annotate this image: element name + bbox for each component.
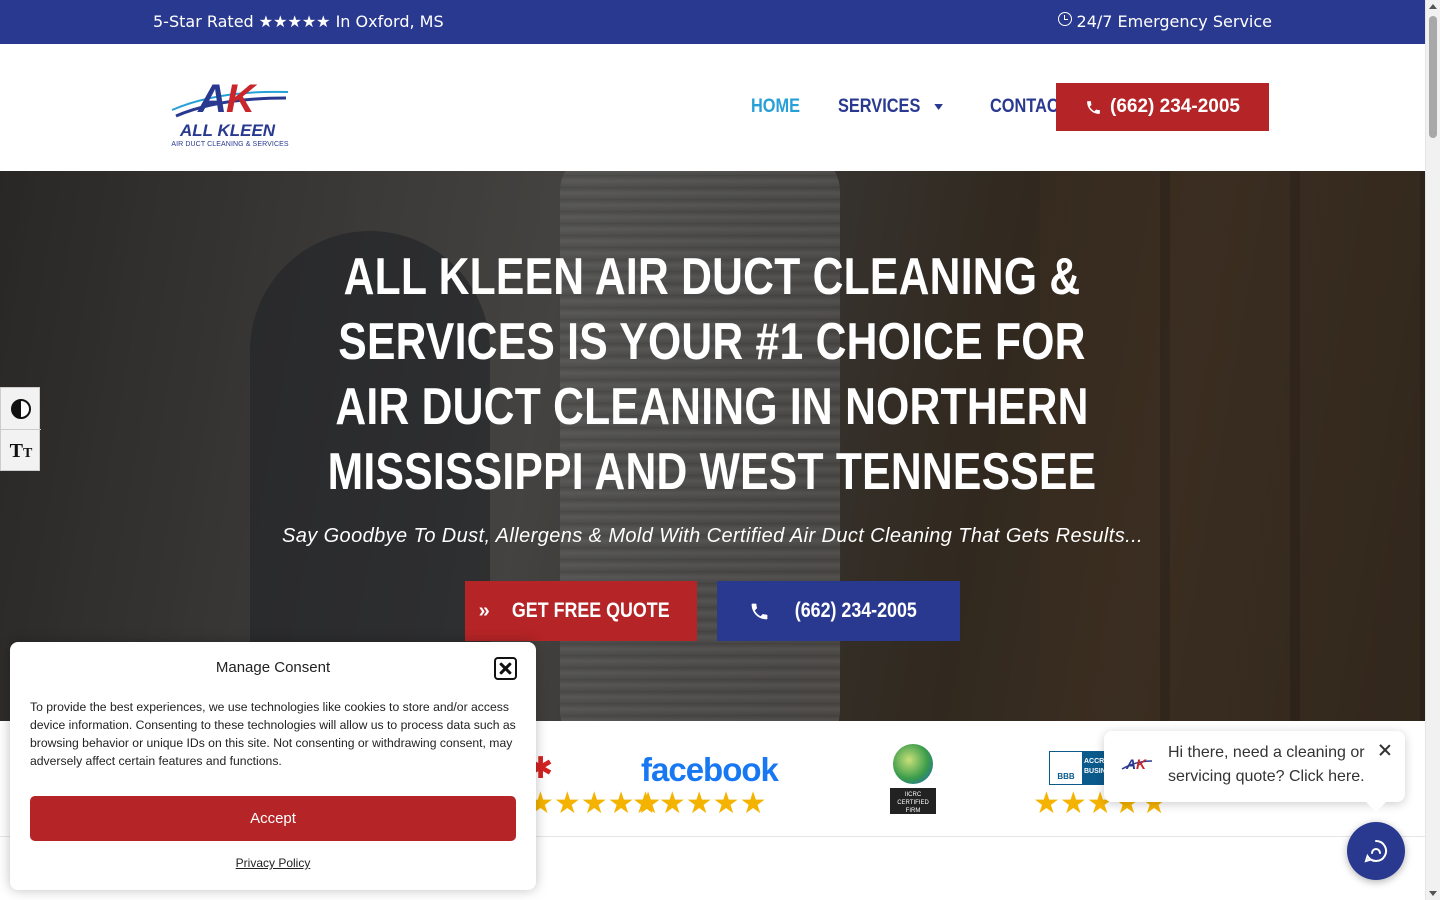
facebook-logo[interactable]: facebook xyxy=(641,751,779,789)
double-chevron-right-icon: » xyxy=(478,599,490,622)
consent-body: To provide the best experiences, we use … xyxy=(30,700,516,768)
header-phone-button[interactable]: (662) 234-2005 xyxy=(1056,83,1269,131)
emergency-text: 24/7 Emergency Service xyxy=(1076,12,1272,31)
hero-subtitle: Say Goodbye To Dust, Allergens & Mold Wi… xyxy=(281,525,1144,547)
nav-services[interactable]: SERVICES xyxy=(838,96,943,118)
scroll-up-icon[interactable] xyxy=(1429,4,1437,9)
page-scrollbar[interactable] xyxy=(1425,0,1440,900)
hero-section: ALL KLEEN AIR DUCT CLEANING & SERVICES I… xyxy=(0,171,1425,721)
get-free-quote-button[interactable]: » GET FREE QUOTE xyxy=(465,581,697,641)
star-rating: ★★★★★ xyxy=(632,786,767,821)
logo-subtitle: AIR DUCT CLEANING & SERVICES xyxy=(171,141,289,148)
svg-text:A: A xyxy=(1125,756,1136,772)
svg-text:ALL KLEEN: ALL KLEEN xyxy=(179,121,276,140)
consent-dialog: Manage Consent To provide the best exper… xyxy=(10,642,536,890)
bbb-logo: BBB xyxy=(1050,752,1082,784)
iicrc-label: IICRC CERTIFIED FIRM xyxy=(890,788,936,814)
svg-text:K: K xyxy=(1136,756,1147,772)
privacy-policy-link[interactable]: Privacy Policy xyxy=(10,856,536,870)
phone-icon xyxy=(751,603,768,619)
chevron-down-icon xyxy=(934,104,943,110)
chat-avatar-logo: A K xyxy=(1121,756,1153,772)
top-bar: 5-Star Rated ★★★★★ In Oxford, MS 24/7 Em… xyxy=(0,0,1425,44)
chat-icon xyxy=(1364,839,1388,863)
emergency-service: 24/7 Emergency Service xyxy=(1057,11,1272,31)
svg-text:K: K xyxy=(226,77,258,121)
consent-title: Manage Consent xyxy=(215,659,331,676)
accept-button[interactable]: Accept xyxy=(30,796,516,841)
header-phone-label: (662) 234-2005 xyxy=(1110,96,1240,117)
site-logo[interactable]: A K ALL KLEEN AIR DUCT CLEANING & SERVIC… xyxy=(168,68,292,150)
call-button-label: (662) 234-2005 xyxy=(794,599,918,622)
rating-text: 5-Star Rated ★★★★★ In Oxford, MS xyxy=(153,12,444,31)
phone-icon xyxy=(1087,100,1100,114)
toggle-contrast-button[interactable] xyxy=(1,388,41,430)
scroll-down-icon[interactable] xyxy=(1429,891,1437,896)
iicrc-globe-icon xyxy=(893,744,933,784)
logo-mark: A K ALL KLEEN xyxy=(171,77,289,140)
accessibility-toolbar: TT xyxy=(0,387,41,472)
font-size-button[interactable]: TT xyxy=(1,430,41,472)
hero-call-button[interactable]: (662) 234-2005 xyxy=(717,581,960,641)
font-size-icon: TT xyxy=(9,439,33,462)
contrast-icon xyxy=(11,398,31,419)
nav-services-label: SERVICES xyxy=(838,96,921,117)
iicrc-badge: IICRC CERTIFIED FIRM xyxy=(890,744,936,818)
chat-close-icon[interactable] xyxy=(1378,743,1392,757)
chat-launcher-button[interactable] xyxy=(1347,822,1405,880)
site-header: A K ALL KLEEN AIR DUCT CLEANING & SERVIC… xyxy=(0,44,1425,171)
svg-text:A: A xyxy=(197,77,227,121)
consent-close-button[interactable] xyxy=(494,657,517,680)
nav-home[interactable]: HOME xyxy=(751,96,800,118)
chat-message: Hi there, need a cleaning or servicing q… xyxy=(1168,744,1365,785)
chat-popup[interactable]: A K Hi there, need a cleaning or servici… xyxy=(1104,731,1405,812)
facebook-stars: ★★★★★ xyxy=(632,789,766,819)
quote-button-label: GET FREE QUOTE xyxy=(511,599,670,622)
hero-title: ALL KLEEN AIR DUCT CLEANING & SERVICES I… xyxy=(327,248,1097,501)
scrollbar-thumb[interactable] xyxy=(1429,16,1437,138)
clock-icon xyxy=(1057,11,1072,26)
